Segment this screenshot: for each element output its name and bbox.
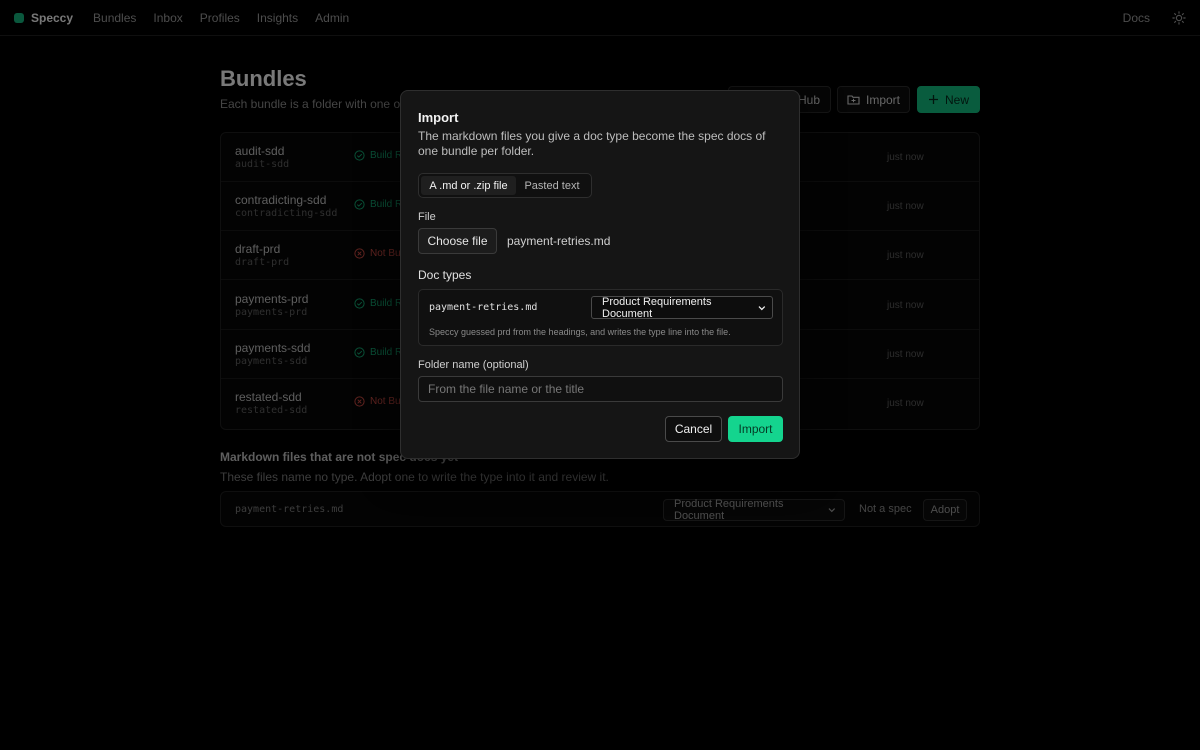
- import-dialog: Import The markdown files you give a doc…: [400, 90, 800, 459]
- folder-name-input[interactable]: [418, 376, 783, 402]
- doc-type-hint: Speccy guessed prd from the headings, an…: [429, 327, 731, 337]
- choose-file-button[interactable]: Choose file: [418, 228, 497, 254]
- doc-type-value: Product Requirements Document: [602, 295, 712, 320]
- folder-name-label: Folder name (optional): [418, 359, 529, 371]
- tab-file[interactable]: A .md or .zip file: [421, 176, 516, 195]
- source-tabs: A .md or .zip file Pasted text: [418, 173, 592, 198]
- cancel-button[interactable]: Cancel: [665, 416, 722, 442]
- doc-file-name: payment-retries.md: [429, 302, 538, 313]
- dialog-description: The markdown files you give a doc type b…: [418, 129, 766, 158]
- chevron-down-icon: [758, 305, 766, 310]
- tab-pasted-text[interactable]: Pasted text: [516, 176, 588, 195]
- doc-type-row: payment-retries.md Product Requirements …: [418, 289, 783, 346]
- import-confirm-button[interactable]: Import: [728, 416, 783, 442]
- selected-file-name: payment-retries.md: [507, 234, 611, 248]
- file-label: File: [418, 211, 436, 223]
- doc-types-label: Doc types: [418, 268, 472, 282]
- dialog-title: Import: [418, 110, 459, 125]
- doc-type-select[interactable]: Product Requirements Document: [591, 295, 773, 320]
